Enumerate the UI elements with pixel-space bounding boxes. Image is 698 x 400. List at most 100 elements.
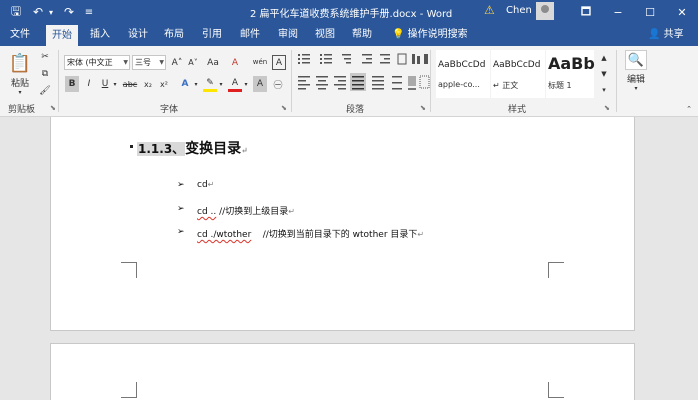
warning-icon[interactable]: ⚠ <box>484 3 495 17</box>
style-item[interactable]: AaBbCcDd apple-co... <box>436 50 490 98</box>
list-item[interactable]: cd↵ <box>197 180 214 190</box>
collapse-ribbon-icon[interactable]: ⌃ <box>684 104 694 114</box>
clear-formatting-button[interactable]: A <box>228 55 242 70</box>
format-painter-icon[interactable]: 🖌 <box>38 84 52 98</box>
group-divider <box>430 50 431 112</box>
share-button[interactable]: 👤 共享 <box>648 24 684 46</box>
copy-icon[interactable]: ⧉ <box>38 67 52 81</box>
ribbon-display-options-button[interactable]: 🗖 <box>572 0 600 24</box>
search-icon[interactable]: 🔍 <box>625 50 647 70</box>
align-left-icon[interactable] <box>298 76 310 90</box>
avatar[interactable] <box>536 2 554 20</box>
heading-list-marker <box>130 145 133 148</box>
font-name-box[interactable]: 宋体 (中文正 ▼ <box>64 55 130 70</box>
highlight-button[interactable]: ✎ <box>203 76 217 92</box>
borders-icon[interactable] <box>419 75 430 89</box>
show-marks-icon[interactable] <box>424 54 428 64</box>
distributed-icon[interactable] <box>372 76 384 90</box>
grow-font-button[interactable]: A˄ <box>170 55 184 70</box>
cut-icon[interactable]: ✂ <box>38 50 52 64</box>
undo-dropdown-icon[interactable]: ▾ <box>46 2 56 22</box>
lightbulb-icon: 💡 <box>392 29 405 40</box>
bold-button[interactable]: B <box>65 76 79 92</box>
style-preview: AaBbCcDd <box>438 60 486 70</box>
subscript-button[interactable]: x₂ <box>141 76 155 92</box>
styles-scroll-down-icon[interactable]: ▼ <box>598 68 610 80</box>
change-case-button[interactable]: Aa <box>204 55 222 70</box>
tab-file[interactable]: 文件 <box>4 24 36 46</box>
italic-button[interactable]: I <box>83 76 95 92</box>
clipboard-launcher-icon[interactable]: ⬊ <box>50 104 56 112</box>
character-border-button[interactable]: A <box>272 55 286 70</box>
enclose-characters-button[interactable]: ㊀ <box>270 76 286 92</box>
tab-design[interactable]: 设计 <box>122 24 154 46</box>
text-effects-dropdown-icon[interactable]: ▾ <box>192 76 200 92</box>
strikethrough-button[interactable]: abc <box>121 76 139 92</box>
maximize-button[interactable]: ☐ <box>636 0 664 24</box>
share-label: 共享 <box>663 29 684 40</box>
window-title: 2 扁平化车道收费系统维护手册.docx - Word <box>250 9 453 20</box>
paste-icon[interactable]: 📋 <box>8 52 32 74</box>
styles-group-label: 样式 <box>508 105 527 115</box>
close-button[interactable]: ✕ <box>668 0 696 24</box>
numbering-icon[interactable] <box>320 54 332 64</box>
tab-references[interactable]: 引用 <box>196 24 228 46</box>
increase-indent-icon[interactable] <box>380 54 390 64</box>
align-right-icon[interactable] <box>334 76 346 90</box>
decrease-indent-icon[interactable] <box>362 54 372 64</box>
chevron-down-icon[interactable]: ▼ <box>123 56 128 69</box>
font-color-dropdown-icon[interactable]: ▾ <box>242 76 250 92</box>
styles-scroll-up-icon[interactable]: ▲ <box>598 52 610 64</box>
tab-help[interactable]: 帮助 <box>346 24 378 46</box>
tab-review[interactable]: 审阅 <box>272 24 304 46</box>
chevron-down-icon[interactable]: ▼ <box>159 56 164 69</box>
phonetic-guide-button[interactable]: wén <box>252 53 268 70</box>
list-item[interactable]: cd ./wtother //切换到当前目录下的 wtother 目录下↵ <box>197 227 424 240</box>
undo-icon[interactable]: ↶ <box>30 2 46 22</box>
font-size-box[interactable]: 三号 ▼ <box>132 55 166 70</box>
tab-view[interactable]: 视图 <box>309 24 341 46</box>
shrink-font-button[interactable]: A˅ <box>186 55 200 70</box>
font-color-button[interactable]: A <box>228 76 242 92</box>
user-name[interactable]: Chen <box>506 5 532 16</box>
list-item[interactable]: cd .. //切换到上级目录↵ <box>197 204 295 217</box>
paragraph-tools <box>298 53 430 91</box>
text-effects-button[interactable]: A <box>178 76 192 92</box>
redo-icon[interactable]: ↷ <box>60 2 78 22</box>
chinese-layout-icon[interactable] <box>397 53 407 65</box>
paste-button[interactable]: 粘贴 <box>8 76 32 89</box>
tab-layout[interactable]: 布局 <box>158 24 190 46</box>
multilevel-list-icon[interactable] <box>342 54 351 64</box>
highlight-dropdown-icon[interactable]: ▾ <box>217 76 225 92</box>
style-item[interactable]: AaBb 标题 1 <box>546 50 595 98</box>
minimize-button[interactable]: − <box>604 0 632 24</box>
comment-text: //切换到上级目录 <box>219 207 289 217</box>
superscript-button[interactable]: x² <box>157 76 171 92</box>
section-heading[interactable]: 1.1.3、变换目录↵ <box>137 138 248 158</box>
sort-icon[interactable] <box>412 54 420 64</box>
styles-launcher-icon[interactable]: ⬊ <box>604 104 610 112</box>
paragraph-launcher-icon[interactable]: ⬊ <box>420 104 426 112</box>
tab-home[interactable]: 开始 <box>46 25 78 46</box>
tell-me-search[interactable]: 💡 操作说明搜索 <box>392 24 468 46</box>
character-shading-button[interactable]: A <box>253 76 267 92</box>
tab-mailings[interactable]: 邮件 <box>234 24 266 46</box>
group-divider <box>58 50 59 112</box>
editing-button[interactable]: 编辑 <box>622 72 650 85</box>
arrow-bullet-icon: ➢ <box>177 204 185 214</box>
shading-icon[interactable] <box>408 76 416 90</box>
tab-insert[interactable]: 插入 <box>84 24 116 46</box>
font-launcher-icon[interactable]: ⬊ <box>281 104 287 112</box>
customize-toolbar-icon[interactable]: ≡ <box>82 2 96 22</box>
underline-dropdown-icon[interactable]: ▾ <box>111 76 119 92</box>
paste-dropdown-icon[interactable]: ▾ <box>14 88 26 96</box>
bullets-icon[interactable] <box>298 54 310 64</box>
styles-more-icon[interactable]: ▾ <box>598 84 610 96</box>
underline-button[interactable]: U <box>99 76 111 92</box>
editing-dropdown-icon[interactable]: ▾ <box>630 84 642 92</box>
style-item[interactable]: AaBbCcDd ↵ 正文 <box>491 50 545 98</box>
line-spacing-icon[interactable] <box>392 76 402 90</box>
group-divider <box>616 50 617 112</box>
align-center-icon[interactable] <box>316 76 328 90</box>
save-icon[interactable]: 🖫 <box>6 2 26 22</box>
